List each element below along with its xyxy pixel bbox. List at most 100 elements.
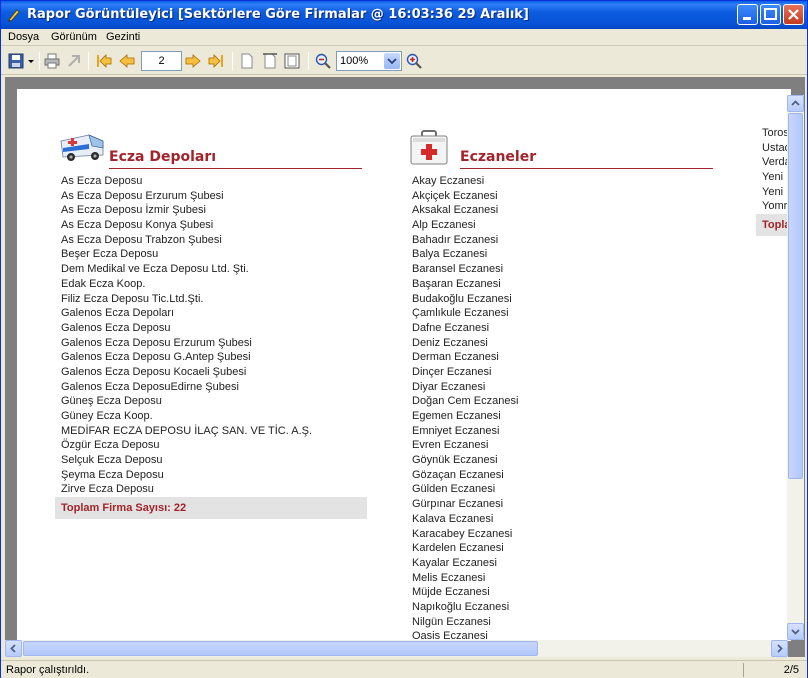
save-icon[interactable] [8, 53, 24, 69]
first-aid-kit-icon [410, 130, 448, 165]
ecza-deposu-item: Beşer Ecza Deposu [61, 248, 159, 261]
zoom-in-icon[interactable] [406, 53, 422, 69]
ecza-deposu-item: Filiz Ecza Deposu Tic.Ltd.Şti. [61, 292, 204, 305]
zoom-out-icon[interactable] [315, 53, 331, 69]
menu-dosya[interactable]: Dosya [8, 31, 39, 43]
ecza-depolari-total: Toplam Firma Sayısı: 22 [61, 502, 187, 514]
ecza-deposu-item: MEDİFAR ECZA DEPOSU İLAÇ SAN. VE TİC. A.… [61, 424, 313, 437]
last-page-icon[interactable] [208, 53, 224, 69]
ecza-deposu-item: Selçuk Ecza Deposu [61, 454, 163, 467]
ecza-deposu-item: Galenos Ecza Deposu [61, 321, 171, 334]
zoom-dropdown-button[interactable] [384, 53, 400, 69]
horizontal-scrollbar[interactable] [5, 640, 788, 657]
ecza-deposu-item: Şeyma Ecza Deposu [61, 468, 164, 481]
ecza-deposu-item: Özgür Ecza Deposu [61, 439, 160, 452]
ambulance-icon [60, 134, 104, 161]
toolbar-separator [308, 52, 309, 70]
status-divider [743, 663, 744, 677]
vertical-scrollbar[interactable] [787, 95, 804, 640]
ecza-deposu-item: Galenos Ecza Deposu G.Antep Şubesi [61, 351, 251, 364]
scroll-up-button[interactable] [787, 95, 804, 112]
eczane-item: Napıkoğlu Eczanesi [412, 600, 510, 613]
next-page-icon[interactable] [185, 53, 201, 69]
zoom-select[interactable]: 100% [336, 51, 402, 71]
eczane-item: Karacabey Eczanesi [412, 527, 513, 540]
scroll-down-button[interactable] [787, 623, 804, 640]
first-page-icon[interactable] [96, 53, 112, 69]
chevron-down-icon [791, 629, 800, 635]
eczaneler-title: Eczaneler [460, 149, 537, 165]
ecza-deposu-item: Galenos Ecza Deposu Kocaeli Şubesi [61, 365, 247, 378]
eczane-item: Gülden Eczanesi [412, 483, 496, 496]
eczane-item: Kardelen Eczanesi [412, 542, 504, 555]
title-bar[interactable]: Rapor Görüntüleyici [Sektörlere Göre Fir… [1, 1, 807, 29]
ecza-depolari-title: Ecza Depoları [109, 149, 217, 165]
eczane-item: Gözaçan Eczanesi [412, 468, 504, 481]
eczaneler-rule [460, 168, 713, 169]
previous-page-icon[interactable] [119, 53, 135, 69]
ecza-depolari-total-box: Toplam Firma Sayısı: 22 [55, 497, 367, 519]
menu-gorunum[interactable]: Görünüm [51, 31, 97, 43]
chevron-right-icon [777, 644, 783, 653]
third-column-total-box: Topla [756, 214, 791, 236]
maximize-button[interactable] [760, 4, 781, 25]
eczane-item: Alp Eczanesi [412, 219, 476, 232]
eczane-item: Akçiçek Eczanesi [412, 189, 498, 202]
vertical-scroll-thumb[interactable] [788, 113, 803, 479]
minimize-icon [743, 17, 751, 20]
window-title: Rapor Görüntüleyici [Sektörlere Göre Fir… [27, 7, 529, 22]
chevron-up-icon [791, 100, 800, 106]
ecza-deposu-item: As Ecza Deposu [61, 175, 143, 187]
eczaneler-list: Akay Eczanesi Akçiçek Eczanesi Aksakal Ecz… [412, 174, 518, 641]
menu-bar: Dosya Görünüm Gezinti [1, 29, 807, 46]
close-button[interactable] [783, 4, 804, 25]
chevron-down-icon [387, 58, 397, 65]
ecza-deposu-item: Zirve Ecza Deposu [61, 483, 154, 496]
toolbar-separator [39, 52, 40, 70]
minimize-button[interactable] [737, 4, 758, 25]
scroll-left-button[interactable] [5, 640, 22, 657]
ecza-deposu-item: As Ecza Deposu Trabzon Şubesi [61, 233, 222, 246]
save-dropdown-icon[interactable] [26, 53, 36, 69]
ecza-deposu-item: Galenos Ecza DeposuEdirne Şubesi [61, 380, 239, 393]
eczane-item: Başaran Eczanesi [412, 277, 501, 290]
maximize-icon [764, 8, 777, 20]
full-page-icon[interactable] [284, 53, 300, 69]
page-number-input[interactable]: 2 [141, 51, 182, 71]
zoom-value: 100% [340, 55, 369, 67]
ecza-depolari-list: As Ecza Deposu As Ecza Deposu Erzurum Şub… [61, 174, 312, 497]
eczane-item: Diyar Eczanesi [412, 380, 486, 393]
status-page-indicator: 2/5 [783, 664, 799, 676]
report-viewport[interactable]: Ecza Depoları As Ecza Deposu As Ecza Depo… [5, 77, 805, 657]
eczane-item: Akay Eczanesi [412, 175, 485, 187]
eczane-item: Nilgün Eczanesi [412, 615, 491, 628]
horizontal-scroll-thumb[interactable] [23, 641, 538, 656]
eczane-item: Dinçer Eczanesi [412, 365, 492, 378]
eczane-item: Deniz Eczanesi [412, 336, 488, 349]
eczane-item: Kayalar Eczanesi [412, 556, 497, 569]
ecza-depolari-rule [109, 168, 362, 169]
eczane-item: Müjde Eczanesi [412, 586, 490, 599]
print-icon[interactable] [44, 53, 60, 69]
menu-gezinti[interactable]: Gezinti [106, 31, 140, 43]
eczane-item: Balya Eczanesi [412, 248, 488, 261]
ecza-deposu-item: As Ecza Deposu Konya Şubesi [61, 219, 214, 232]
eczane-item: Aksakal Eczanesi [412, 204, 499, 217]
eczane-item: Evren Eczanesi [412, 439, 489, 452]
ecza-deposu-item: Edak Ecza Koop. [61, 277, 146, 290]
eczane-item: Emniyet Eczanesi [412, 424, 500, 437]
scroll-right-button[interactable] [771, 640, 788, 657]
toolbar: 2 100% [1, 47, 807, 75]
eczane-item: Budakoğlu Eczanesi [412, 292, 512, 305]
page-width-icon[interactable] [262, 53, 278, 69]
single-page-icon[interactable] [239, 53, 255, 69]
page-setup-icon[interactable] [66, 53, 82, 69]
status-bar: Rapor çalıştırıldı. 2/5 [1, 660, 807, 678]
app-pen-icon [8, 9, 20, 22]
report-viewer-window: Rapor Görüntüleyici [Sektörlere Göre Fir… [0, 0, 808, 678]
ecza-deposu-item: Güney Ecza Koop. [61, 410, 153, 422]
close-icon [788, 9, 799, 20]
eczane-item: Doğan Cem Eczanesi [412, 395, 519, 408]
ecza-deposu-item: Galenos Ecza Depoları [61, 307, 175, 320]
toolbar-separator [88, 52, 89, 70]
